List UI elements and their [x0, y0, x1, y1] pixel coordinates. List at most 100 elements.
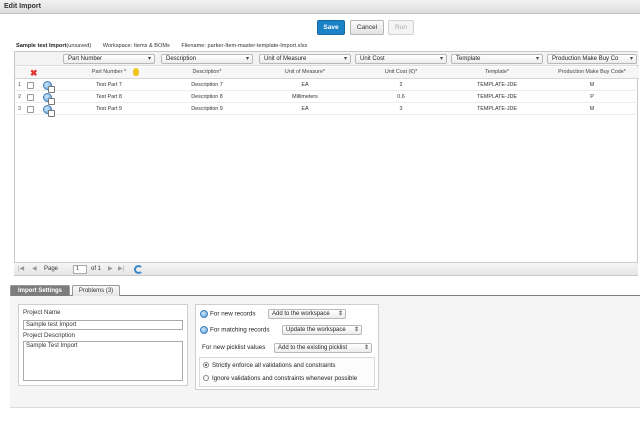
- new-record-icon: [43, 93, 55, 105]
- settings-tab-bar: Import Settings Problems (3): [10, 285, 640, 296]
- header-make-buy[interactable]: Production Make Buy Code*: [547, 69, 637, 75]
- pagination-bar: |◀ ◀ Page 1 of 1 ▶ ▶|: [14, 262, 638, 276]
- select-value: Description: [166, 56, 197, 62]
- save-button[interactable]: Save: [317, 20, 345, 35]
- column-header-row: ✖ Part Number * Description* Unit of Mea…: [15, 67, 639, 79]
- chevron-down-icon: ▾: [343, 56, 347, 62]
- column-select-unit-cost[interactable]: Unit Cost ▾: [355, 54, 447, 64]
- new-record-icon: [43, 81, 55, 93]
- strict-validation-option[interactable]: Strictly enforce all validations and con…: [203, 362, 335, 369]
- delete-x-icon[interactable]: ✖: [30, 68, 38, 79]
- matching-records-label: For matching records: [210, 326, 270, 334]
- chevron-updown-icon: ⇕: [337, 311, 343, 317]
- cell-unit-cost[interactable]: 3: [355, 106, 447, 112]
- select-value: Unit Cost: [360, 56, 385, 62]
- page-input[interactable]: 1: [73, 265, 87, 274]
- project-description-label: Project Description: [23, 332, 75, 339]
- chevron-down-icon: ▾: [439, 56, 443, 62]
- cell-make-buy[interactable]: M: [547, 106, 637, 112]
- radio-unselected[interactable]: [203, 375, 209, 382]
- column-select-template[interactable]: Template ▾: [451, 54, 543, 64]
- project-name-label: Project Name: [23, 309, 61, 316]
- validation-radio-group: Strictly enforce all validations and con…: [199, 357, 375, 387]
- picklist-row: For new picklist values: [202, 344, 265, 351]
- cell-template[interactable]: TEMPLATE-JDE: [451, 82, 543, 88]
- chevron-updown-icon: ⇕: [353, 327, 359, 333]
- last-page-icon[interactable]: ▶|: [118, 265, 124, 272]
- table-row[interactable]: 1 Test Part 7 Description 7 EA 2 TEMPLAT…: [15, 80, 639, 93]
- refresh-icon[interactable]: [134, 265, 143, 274]
- window-title: Edit Import: [4, 3, 41, 10]
- cell-make-buy[interactable]: P: [547, 94, 637, 100]
- cell-uom[interactable]: Millimeters: [259, 94, 351, 100]
- header-template[interactable]: Template*: [451, 69, 543, 75]
- row-number: 3: [18, 106, 21, 112]
- column-select-uom[interactable]: Unit of Measure ▾: [259, 54, 351, 64]
- cell-template[interactable]: TEMPLATE-JDE: [451, 106, 543, 112]
- cell-unit-cost[interactable]: 0.6: [355, 94, 447, 100]
- select-value: Update the workspace: [286, 327, 346, 333]
- new-records-row: For new records: [200, 310, 256, 318]
- matching-records-row: For matching records: [200, 326, 270, 334]
- cell-make-buy[interactable]: M: [547, 82, 637, 88]
- select-value: Template: [456, 56, 481, 62]
- ignore-validation-label: Ignore validations and constraints whene…: [212, 375, 358, 382]
- column-select-make-buy[interactable]: Production Make Buy Co ▾: [547, 54, 637, 64]
- cell-uom[interactable]: EA: [259, 82, 351, 88]
- tab-import-settings[interactable]: Import Settings: [10, 285, 70, 296]
- select-value: Unit of Measure: [264, 56, 307, 62]
- row-checkbox[interactable]: [27, 106, 34, 113]
- cell-part-number[interactable]: Test Part 7: [63, 82, 155, 88]
- select-value: Add to the workspace: [272, 311, 330, 317]
- radio-selected[interactable]: [203, 362, 209, 369]
- ignore-validation-option[interactable]: Ignore validations and constraints whene…: [203, 375, 357, 382]
- page-count-label: of 1: [91, 266, 102, 272]
- workspace-label: Workspace: Items & BOMs: [102, 43, 170, 49]
- strict-validation-label: Strictly enforce all validations and con…: [212, 362, 336, 369]
- header-unit-cost[interactable]: Unit Cost (€)*: [355, 69, 447, 75]
- column-select-description[interactable]: Description ▾: [161, 54, 253, 64]
- cancel-button[interactable]: Cancel: [350, 20, 384, 35]
- cell-part-number[interactable]: Test Part 8: [63, 94, 155, 100]
- new-records-label: For new records: [210, 310, 256, 318]
- first-page-icon[interactable]: |◀: [18, 265, 24, 272]
- header-description[interactable]: Description*: [161, 69, 253, 75]
- picklist-select[interactable]: Add to the existing picklist ⇕: [274, 343, 372, 353]
- picklist-label: For new picklist values: [202, 344, 266, 351]
- import-name: Sample test Import: [16, 43, 67, 49]
- chevron-down-icon: ▾: [535, 56, 539, 62]
- table-row[interactable]: 2 Test Part 8 Description 8 Millimeters …: [15, 92, 639, 105]
- column-mapping-row: Part Number ▾ Description ▾ Unit of Measur…: [15, 52, 639, 66]
- lightbulb-icon: [133, 68, 139, 76]
- cell-description[interactable]: Description 8: [161, 94, 253, 100]
- new-records-select[interactable]: Add to the workspace ⇕: [268, 309, 346, 319]
- new-record-icon: [200, 310, 208, 318]
- cell-part-number[interactable]: Test Part 9: [63, 106, 155, 112]
- row-number: 1: [18, 82, 21, 88]
- chevron-down-icon: ▾: [147, 56, 151, 62]
- cell-template[interactable]: TEMPLATE-JDE: [451, 94, 543, 100]
- cell-uom[interactable]: EA: [259, 106, 351, 112]
- cell-unit-cost[interactable]: 2: [355, 82, 447, 88]
- matching-records-select[interactable]: Update the workspace ⇕: [282, 325, 362, 335]
- table-row[interactable]: 3 Test Part 9 Description 9 EA 3 TEMPLAT…: [15, 104, 639, 117]
- row-number: 2: [18, 94, 21, 100]
- import-info-line: Sample test Import(unsaved) Workspace: I…: [16, 43, 638, 49]
- project-description-textarea[interactable]: Sample Test Import: [23, 341, 183, 381]
- cell-description[interactable]: Description 7: [161, 82, 253, 88]
- row-checkbox[interactable]: [27, 82, 34, 89]
- row-checkbox[interactable]: [27, 94, 34, 101]
- tab-problems[interactable]: Problems (3): [72, 285, 120, 296]
- run-button[interactable]: Run: [388, 20, 414, 35]
- chevron-down-icon: ▾: [245, 56, 249, 62]
- header-uom[interactable]: Unit of Measure*: [259, 69, 351, 75]
- select-value: Production Make Buy Co: [552, 56, 619, 62]
- project-box: Project Name Sample test Import Project …: [18, 304, 188, 386]
- column-select-part-number[interactable]: Part Number ▾: [63, 54, 155, 64]
- chevron-updown-icon: ⇕: [363, 345, 369, 351]
- cell-description[interactable]: Description 9: [161, 106, 253, 112]
- next-page-icon[interactable]: ▶: [108, 265, 113, 272]
- header-part-number[interactable]: Part Number *: [63, 69, 155, 75]
- project-name-input[interactable]: Sample test Import: [23, 320, 183, 330]
- prev-page-icon[interactable]: ◀: [32, 265, 37, 272]
